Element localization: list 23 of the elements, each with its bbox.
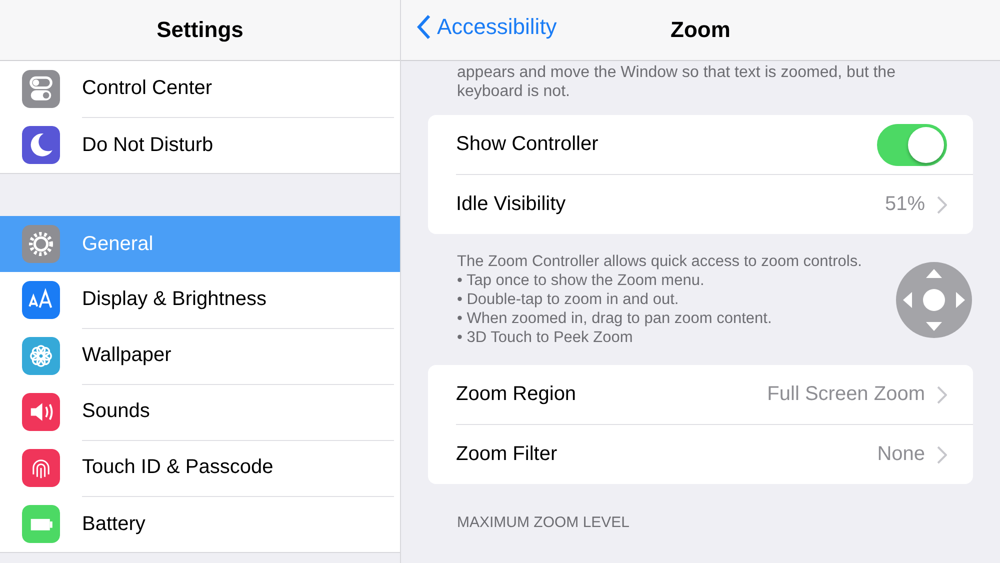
setting-value: 51% [884, 193, 925, 216]
setting-value: Full Screen Zoom [767, 383, 925, 406]
setting-label: Idle Visibility [456, 193, 567, 216]
chevron-icon [937, 446, 947, 464]
intro-text: appears and move the Window so that text is zoomed, but the keyboard is not. [456, 63, 896, 101]
description-text: The Zoom Controller allows quick access to zoom controls. [457, 252, 863, 271]
zoom-controller-icon [895, 260, 973, 338]
page-title: Zoom [670, 17, 730, 43]
description-text: • When zoomed in, drag to pan zoom content. [457, 309, 773, 328]
setting-label: Show Controller [456, 133, 600, 156]
toggle-switch[interactable] [877, 124, 947, 166]
description-text: • Tap once to show the Zoom menu. [457, 271, 706, 290]
section-header: MAXIMUM ZOOM LEVEL [456, 513, 631, 531]
setting-value: None [877, 443, 925, 466]
back-chevron-icon [417, 14, 431, 40]
setting-label: Zoom Filter [456, 443, 558, 466]
chevron-icon [937, 196, 947, 214]
chevron-icon [937, 386, 947, 404]
description-text: • Double-tap to zoom in and out. [457, 290, 680, 309]
setting-label: Zoom Region [456, 383, 578, 406]
sidebar-title: Settings [156, 17, 244, 43]
description-text: • 3D Touch to Peek Zoom [457, 328, 634, 347]
back-button[interactable]: Accessibility [417, 14, 557, 40]
